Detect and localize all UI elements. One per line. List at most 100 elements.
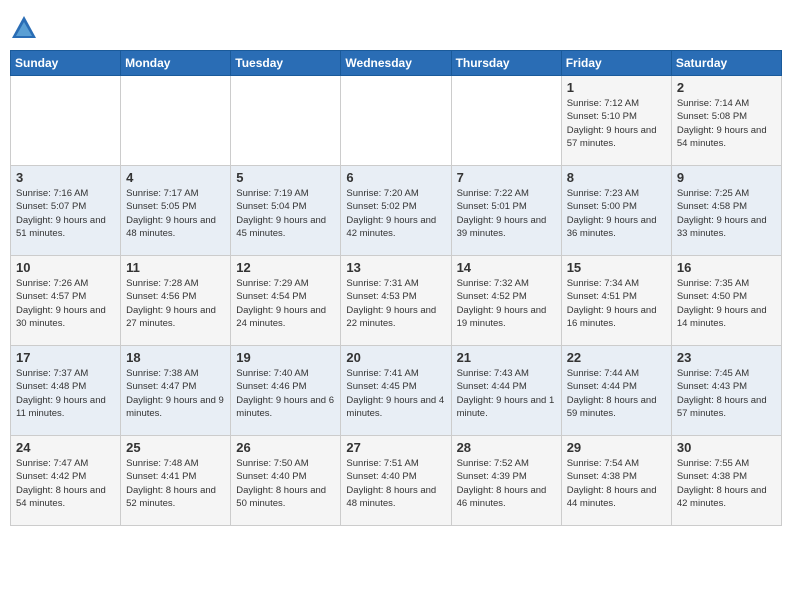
calendar-cell: 13 Sunrise: 7:31 AM Sunset: 4:53 PM Dayli… (341, 256, 451, 346)
day-number: 9 (677, 170, 776, 185)
calendar-cell: 22Sunrise: 7:44 AM Sunset: 4:44 PM Dayli… (561, 346, 671, 436)
day-info: Sunrise: 7:38 AM Sunset: 4:47 PM Dayligh… (126, 367, 225, 420)
calendar-cell: 29 Sunrise: 7:54 AM Sunset: 4:38 PM Dayli… (561, 436, 671, 526)
day-number: 19 (236, 350, 335, 365)
day-number: 26 (236, 440, 335, 455)
calendar-cell: 11 Sunrise: 7:28 AM Sunset: 4:56 PM Dayli… (121, 256, 231, 346)
calendar-cell: 5 Sunrise: 7:19 AM Sunset: 5:04 PM Daylig… (231, 166, 341, 256)
day-number: 2 (677, 80, 776, 95)
calendar-cell: 23 Sunrise: 7:45 AM Sunset: 4:43 PM Dayli… (671, 346, 781, 436)
day-info: Sunrise: 7:29 AM Sunset: 4:54 PM Dayligh… (236, 277, 335, 330)
calendar-cell: 3 Sunrise: 7:16 AM Sunset: 5:07 PM Daylig… (11, 166, 121, 256)
day-info: Sunrise: 7:51 AM Sunset: 4:40 PM Dayligh… (346, 457, 445, 510)
day-info: Sunrise: 7:17 AM Sunset: 5:05 PM Dayligh… (126, 187, 225, 240)
day-number: 5 (236, 170, 335, 185)
calendar-cell: 10Sunrise: 7:26 AM Sunset: 4:57 PM Dayli… (11, 256, 121, 346)
calendar-cell: 21 Sunrise: 7:43 AM Sunset: 4:44 PM Dayli… (451, 346, 561, 436)
day-info: Sunrise: 7:54 AM Sunset: 4:38 PM Dayligh… (567, 457, 666, 510)
calendar-cell: 24Sunrise: 7:47 AM Sunset: 4:42 PM Dayli… (11, 436, 121, 526)
calendar-week-row: 17 Sunrise: 7:37 AM Sunset: 4:48 PM Dayli… (11, 346, 782, 436)
day-info: Sunrise: 7:28 AM Sunset: 4:56 PM Dayligh… (126, 277, 225, 330)
day-info: Sunrise: 7:26 AM Sunset: 4:57 PM Dayligh… (16, 277, 115, 330)
calendar-cell: 6 Sunrise: 7:20 AM Sunset: 5:02 PM Daylig… (341, 166, 451, 256)
day-info: Sunrise: 7:45 AM Sunset: 4:43 PM Dayligh… (677, 367, 776, 420)
day-number: 27 (346, 440, 445, 455)
calendar-cell: 2 Sunrise: 7:14 AM Sunset: 5:08 PM Daylig… (671, 76, 781, 166)
day-number: 8 (567, 170, 666, 185)
calendar-cell: 28 Sunrise: 7:52 AM Sunset: 4:39 PM Dayli… (451, 436, 561, 526)
day-number: 16 (677, 260, 776, 275)
day-info: Sunrise: 7:37 AM Sunset: 4:48 PM Dayligh… (16, 367, 115, 420)
day-info: Sunrise: 7:22 AM Sunset: 5:01 PM Dayligh… (457, 187, 556, 240)
calendar-cell: 7 Sunrise: 7:22 AM Sunset: 5:01 PM Daylig… (451, 166, 561, 256)
calendar-cell: 27 Sunrise: 7:51 AM Sunset: 4:40 PM Dayli… (341, 436, 451, 526)
day-info: Sunrise: 7:50 AM Sunset: 4:40 PM Dayligh… (236, 457, 335, 510)
day-info: Sunrise: 7:16 AM Sunset: 5:07 PM Dayligh… (16, 187, 115, 240)
day-number: 4 (126, 170, 225, 185)
weekday-header: Monday (121, 51, 231, 76)
day-info: Sunrise: 7:48 AM Sunset: 4:41 PM Dayligh… (126, 457, 225, 510)
calendar-cell: 20 Sunrise: 7:41 AM Sunset: 4:45 PM Dayli… (341, 346, 451, 436)
calendar-cell: 16 Sunrise: 7:35 AM Sunset: 4:50 PM Dayli… (671, 256, 781, 346)
weekday-header: Thursday (451, 51, 561, 76)
calendar-cell: 4 Sunrise: 7:17 AM Sunset: 5:05 PM Daylig… (121, 166, 231, 256)
calendar-cell: 12 Sunrise: 7:29 AM Sunset: 4:54 PM Dayli… (231, 256, 341, 346)
calendar-cell: 14Sunrise: 7:32 AM Sunset: 4:52 PM Dayli… (451, 256, 561, 346)
calendar-cell: 1 Sunrise: 7:12 AM Sunset: 5:10 PM Daylig… (561, 76, 671, 166)
page-header (10, 10, 782, 42)
day-number: 1 (567, 80, 666, 95)
day-number: 6 (346, 170, 445, 185)
calendar-cell (11, 76, 121, 166)
calendar-cell (451, 76, 561, 166)
day-number: 20 (346, 350, 445, 365)
day-number: 12 (236, 260, 335, 275)
day-number: 11 (126, 260, 225, 275)
logo-icon (10, 14, 38, 42)
calendar-cell (231, 76, 341, 166)
day-info: Sunrise: 7:52 AM Sunset: 4:39 PM Dayligh… (457, 457, 556, 510)
day-info: Sunrise: 7:34 AM Sunset: 4:51 PM Dayligh… (567, 277, 666, 330)
day-number: 28 (457, 440, 556, 455)
day-info: Sunrise: 7:32 AM Sunset: 4:52 PM Dayligh… (457, 277, 556, 330)
day-number: 3 (16, 170, 115, 185)
day-number: 21 (457, 350, 556, 365)
calendar-week-row: 10Sunrise: 7:26 AM Sunset: 4:57 PM Dayli… (11, 256, 782, 346)
weekday-header: Wednesday (341, 51, 451, 76)
calendar-cell (121, 76, 231, 166)
day-info: Sunrise: 7:31 AM Sunset: 4:53 PM Dayligh… (346, 277, 445, 330)
day-info: Sunrise: 7:43 AM Sunset: 4:44 PM Dayligh… (457, 367, 556, 420)
calendar-cell: 18 Sunrise: 7:38 AM Sunset: 4:47 PM Dayli… (121, 346, 231, 436)
calendar-header-row: SundayMondayTuesdayWednesdayThursdayFrid… (11, 51, 782, 76)
day-number: 23 (677, 350, 776, 365)
day-info: Sunrise: 7:12 AM Sunset: 5:10 PM Dayligh… (567, 97, 666, 150)
calendar-cell: 17 Sunrise: 7:37 AM Sunset: 4:48 PM Dayli… (11, 346, 121, 436)
logo (10, 14, 42, 42)
day-number: 25 (126, 440, 225, 455)
weekday-header: Sunday (11, 51, 121, 76)
day-number: 15 (567, 260, 666, 275)
calendar-week-row: 1 Sunrise: 7:12 AM Sunset: 5:10 PM Daylig… (11, 76, 782, 166)
day-number: 30 (677, 440, 776, 455)
day-number: 22 (567, 350, 666, 365)
calendar-cell: 26 Sunrise: 7:50 AM Sunset: 4:40 PM Dayli… (231, 436, 341, 526)
day-number: 13 (346, 260, 445, 275)
day-number: 7 (457, 170, 556, 185)
calendar-week-row: 24Sunrise: 7:47 AM Sunset: 4:42 PM Dayli… (11, 436, 782, 526)
day-info: Sunrise: 7:25 AM Sunset: 4:58 PM Dayligh… (677, 187, 776, 240)
day-info: Sunrise: 7:19 AM Sunset: 5:04 PM Dayligh… (236, 187, 335, 240)
day-info: Sunrise: 7:20 AM Sunset: 5:02 PM Dayligh… (346, 187, 445, 240)
day-info: Sunrise: 7:41 AM Sunset: 4:45 PM Dayligh… (346, 367, 445, 420)
calendar-cell: 15 Sunrise: 7:34 AM Sunset: 4:51 PM Dayli… (561, 256, 671, 346)
day-info: Sunrise: 7:14 AM Sunset: 5:08 PM Dayligh… (677, 97, 776, 150)
calendar-cell: 25 Sunrise: 7:48 AM Sunset: 4:41 PM Dayli… (121, 436, 231, 526)
day-number: 17 (16, 350, 115, 365)
weekday-header: Friday (561, 51, 671, 76)
calendar-week-row: 3 Sunrise: 7:16 AM Sunset: 5:07 PM Daylig… (11, 166, 782, 256)
calendar-cell: 9 Sunrise: 7:25 AM Sunset: 4:58 PM Daylig… (671, 166, 781, 256)
day-info: Sunrise: 7:35 AM Sunset: 4:50 PM Dayligh… (677, 277, 776, 330)
day-info: Sunrise: 7:47 AM Sunset: 4:42 PM Dayligh… (16, 457, 115, 510)
day-info: Sunrise: 7:23 AM Sunset: 5:00 PM Dayligh… (567, 187, 666, 240)
day-number: 29 (567, 440, 666, 455)
day-number: 18 (126, 350, 225, 365)
calendar-cell: 30Sunrise: 7:55 AM Sunset: 4:38 PM Dayli… (671, 436, 781, 526)
